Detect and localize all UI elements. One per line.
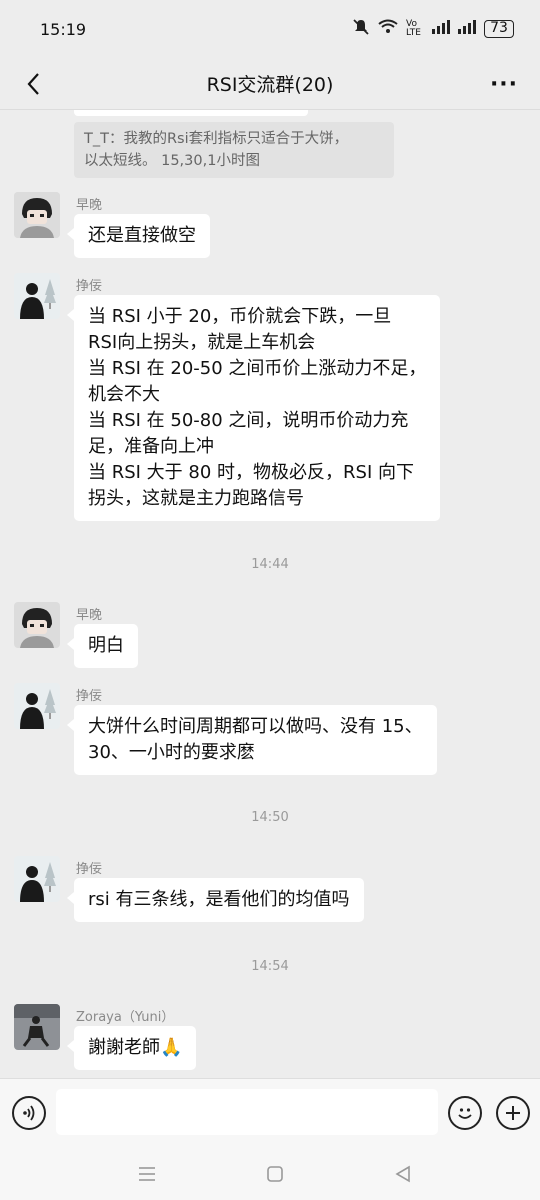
quote-line-1: T_T：我教的Rsi套利指标只适合于大饼， bbox=[84, 131, 349, 147]
sender-name: 早晚 bbox=[76, 608, 103, 623]
message-bubble[interactable]: rsi 有三条线，是看他们的均值吗 bbox=[67, 878, 364, 922]
message-input[interactable] bbox=[56, 1089, 438, 1135]
message-text-line: 30、一小时的要求麽 bbox=[88, 742, 255, 763]
more-dots-icon[interactable]: ··· bbox=[486, 66, 522, 102]
sender-name: Zoraya（Yuni） bbox=[76, 1010, 175, 1025]
message-text-line: 大饼什么时间周期都可以做吗、没有 15、 bbox=[88, 716, 423, 737]
message-text-line: 当 RSI 在 20-50 之间币价上涨动力不足， bbox=[88, 358, 427, 379]
avatar[interactable] bbox=[14, 683, 60, 729]
sender-name: 挣佞 bbox=[76, 689, 103, 704]
system-navigation-bar bbox=[0, 1148, 540, 1200]
sender-name: 早晚 bbox=[76, 198, 103, 213]
battery-indicator: 73 bbox=[484, 20, 514, 38]
status-time: 15:19 bbox=[40, 19, 87, 39]
message-text: rsi 有三条线，是看他们的均值吗 bbox=[88, 889, 350, 910]
wifi-icon bbox=[378, 19, 398, 39]
timestamp: 14:54 bbox=[251, 959, 289, 974]
chat-title: RSI交流群(20) bbox=[206, 74, 334, 96]
back-triangle-icon[interactable] bbox=[388, 1160, 418, 1188]
message-text-line: 当 RSI 在 50-80 之间，说明币价动力充 bbox=[88, 410, 409, 431]
message-text-line: 当 RSI 小于 20，币价就会下跌，一旦 bbox=[88, 306, 392, 327]
message-text-line: RSI向上拐头，就是上车机会 bbox=[88, 332, 316, 353]
avatar[interactable] bbox=[14, 192, 60, 238]
home-icon[interactable] bbox=[260, 1160, 290, 1188]
chevron-left-icon[interactable] bbox=[16, 66, 52, 102]
chat-area[interactable]: T_T：我教的Rsi套利指标只适合于大饼， 以太短线。 15,30,1小时图 早… bbox=[0, 110, 540, 1078]
plus-icon[interactable] bbox=[496, 1096, 530, 1130]
mute-icon bbox=[352, 18, 370, 40]
message-text-line: 足，准备向上冲 bbox=[88, 436, 214, 457]
emoji-icon[interactable] bbox=[448, 1096, 482, 1130]
message-bubble[interactable]: 明白 bbox=[67, 624, 138, 668]
sender-name: 挣佞 bbox=[76, 862, 103, 877]
message-text: 明白 bbox=[88, 635, 124, 656]
quoted-message[interactable]: T_T：我教的Rsi套利指标只适合于大饼， 以太短线。 15,30,1小时图 bbox=[74, 122, 394, 178]
status-icons: Vo LTE 73 bbox=[352, 18, 514, 40]
message-text: 还是直接做空 bbox=[88, 225, 196, 246]
signal-icon-2 bbox=[458, 20, 476, 38]
message-bubble[interactable]: 謝謝老師🙏 bbox=[66, 1026, 197, 1070]
message-text-line: 拐头，这就是主力跑路信号 bbox=[88, 488, 304, 509]
nav-bar: RSI交流群(20) ··· bbox=[0, 58, 540, 110]
message-text: 謝謝老師🙏 bbox=[88, 1037, 183, 1058]
message-text-line: 机会不大 bbox=[88, 384, 160, 405]
sender-name: 挣佞 bbox=[76, 279, 103, 294]
timestamp: 14:50 bbox=[251, 810, 289, 825]
timestamp: 14:44 bbox=[251, 557, 289, 572]
status-bar: 15:19 Vo LTE 73 bbox=[0, 0, 540, 58]
volte-label: Vo LTE bbox=[406, 19, 421, 38]
voice-icon[interactable] bbox=[12, 1096, 46, 1130]
avatar[interactable] bbox=[14, 1004, 60, 1050]
message-bubble[interactable]: 还是直接做空 bbox=[67, 214, 210, 258]
message-bubble[interactable]: 大饼什么时间周期都可以做吗、没有 15、 30、一小时的要求麽 bbox=[67, 705, 437, 775]
partial-message-bubble bbox=[74, 110, 308, 116]
avatar[interactable] bbox=[14, 856, 60, 902]
input-bar bbox=[0, 1078, 540, 1148]
avatar[interactable] bbox=[14, 602, 60, 648]
avatar[interactable] bbox=[14, 273, 60, 319]
menu-icon[interactable] bbox=[132, 1160, 162, 1188]
message-text-line: 当 RSI 大于 80 时，物极必反，RSI 向下 bbox=[88, 462, 414, 483]
message-bubble[interactable]: 当 RSI 小于 20，币价就会下跌，一旦 RSI向上拐头，就是上车机会 当 R… bbox=[66, 295, 441, 521]
quote-line-2: 以太短线。 15,30,1小时图 bbox=[84, 153, 260, 169]
signal-icon bbox=[432, 20, 450, 38]
